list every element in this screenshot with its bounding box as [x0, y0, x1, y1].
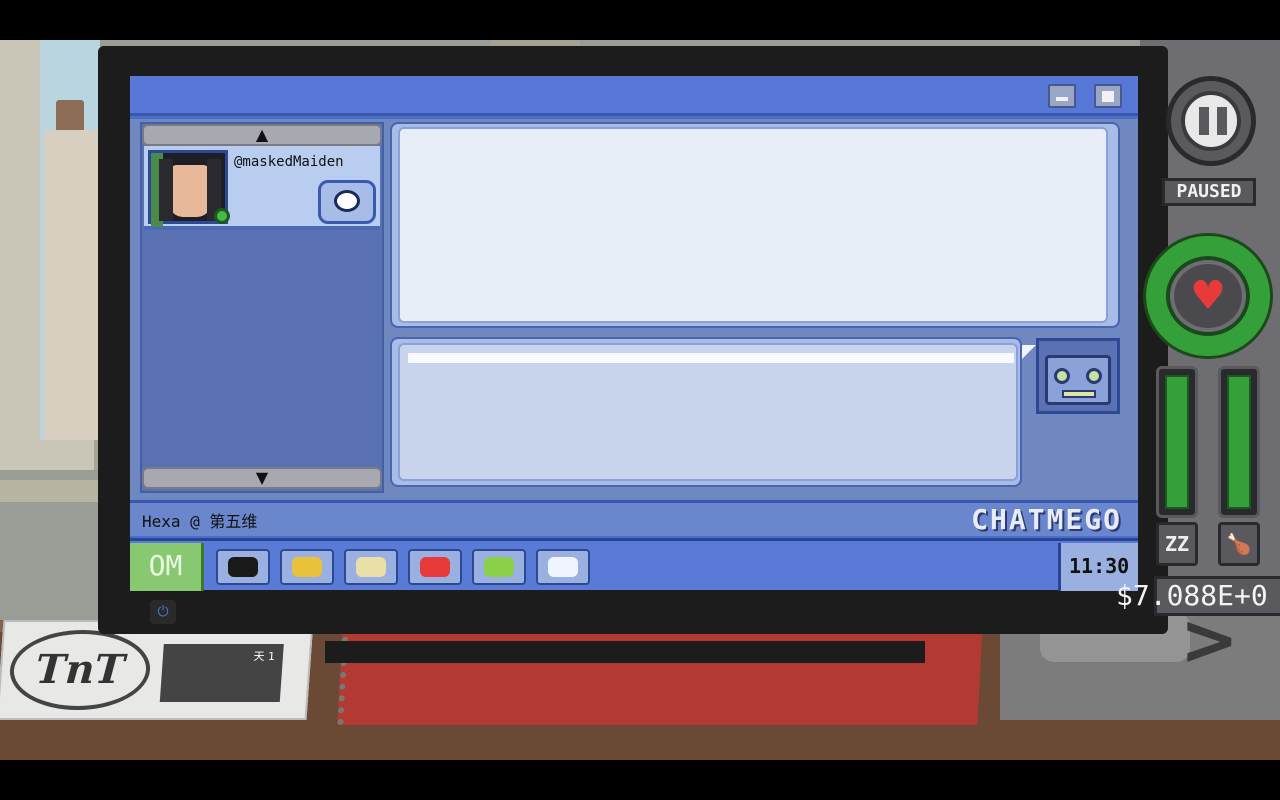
window-sill [0, 480, 100, 502]
taskbar-chat-button[interactable] [536, 549, 590, 585]
pause-icon [1199, 107, 1209, 135]
calendar-icon [356, 557, 386, 577]
contact-handle: @maskedMaiden [234, 154, 344, 170]
health-meter: ♥ [1144, 236, 1274, 358]
window-titlebar [130, 76, 1138, 116]
minimize-icon [1056, 97, 1068, 101]
compose-text-line [408, 353, 1014, 363]
paused-label: PAUSED [1162, 178, 1256, 206]
letterbox-top [0, 0, 1280, 40]
sleep-meter [1156, 366, 1198, 518]
open-chat-button[interactable] [318, 180, 376, 224]
power-button[interactable]: ⏻ [150, 600, 176, 624]
maximize-button[interactable] [1094, 84, 1122, 108]
food-icon: 🍗 [1218, 522, 1260, 566]
letterbox-bottom [0, 760, 1280, 800]
taskbar-tag-button[interactable] [280, 549, 334, 585]
sleep-icon: ZZ [1156, 522, 1198, 566]
water-tower [56, 100, 84, 134]
sleep-meter-fill [1165, 375, 1189, 509]
message-log-frame [390, 122, 1120, 328]
speech-bubble-icon [334, 190, 360, 212]
user-label: Hexa @ 第五维 [142, 512, 258, 531]
chat-icon [548, 557, 578, 577]
mail-icon [420, 557, 450, 577]
message-log[interactable] [398, 127, 1108, 323]
user-icon [228, 557, 258, 577]
robot-mouth [1062, 390, 1096, 398]
heart-icon: ♥ [1190, 273, 1226, 319]
app-logo: CHATMEGO [971, 503, 1122, 536]
compose-frame [390, 337, 1022, 487]
robot-avatar[interactable] [1036, 338, 1120, 414]
window [0, 40, 100, 470]
maximize-icon [1102, 91, 1114, 102]
stopwatch-icon [1166, 76, 1256, 166]
status-row: Hexa @ 第五维 CHATMEGO [130, 500, 1138, 536]
taskbar-money-button[interactable] [472, 549, 526, 585]
hunger-meter [1218, 366, 1260, 518]
minimize-button[interactable] [1048, 84, 1076, 108]
clock: 11:30 [1069, 554, 1130, 578]
chat-app: ▲ @maskedMaiden ▼ [130, 119, 1138, 500]
robot-eye-left [1054, 368, 1070, 384]
online-status-icon [214, 208, 230, 224]
robot-eye-right [1086, 368, 1102, 384]
building [44, 130, 100, 440]
robot-icon [1045, 355, 1111, 405]
contact-list: ▲ @maskedMaiden ▼ [140, 122, 384, 493]
scroll-up-button[interactable]: ▲ [142, 124, 382, 146]
taskbar-mail-button[interactable] [408, 549, 462, 585]
tag-icon [292, 557, 322, 577]
notebook[interactable] [337, 625, 983, 725]
newspaper-logo: TnT [7, 630, 153, 710]
money-icon [484, 557, 514, 577]
scroll-down-button[interactable]: ▼ [142, 467, 382, 489]
money-value: $7.088E+0 [1116, 579, 1268, 612]
newspaper-headline-box: 天 1 [159, 644, 284, 702]
newspaper-day: 天 1 [252, 650, 276, 663]
hunger-meter-fill [1227, 375, 1251, 509]
contact-item[interactable]: @maskedMaiden [144, 146, 380, 230]
computer-screen: ▲ @maskedMaiden ▼ Hexa @ 第五维 CHATMEGO OM… [130, 76, 1138, 591]
taskbar: OM 11:30 [130, 538, 1138, 591]
taskbar-calendar-button[interactable] [344, 549, 398, 585]
newspaper[interactable]: TnT 天 1 [0, 620, 314, 720]
taskbar-user-button[interactable] [216, 549, 270, 585]
monitor-stand [325, 641, 925, 663]
compose-bubble-tail [1022, 345, 1036, 359]
message-input[interactable] [398, 343, 1018, 481]
start-button[interactable]: OM [130, 543, 204, 591]
pause-button[interactable] [1166, 66, 1256, 174]
